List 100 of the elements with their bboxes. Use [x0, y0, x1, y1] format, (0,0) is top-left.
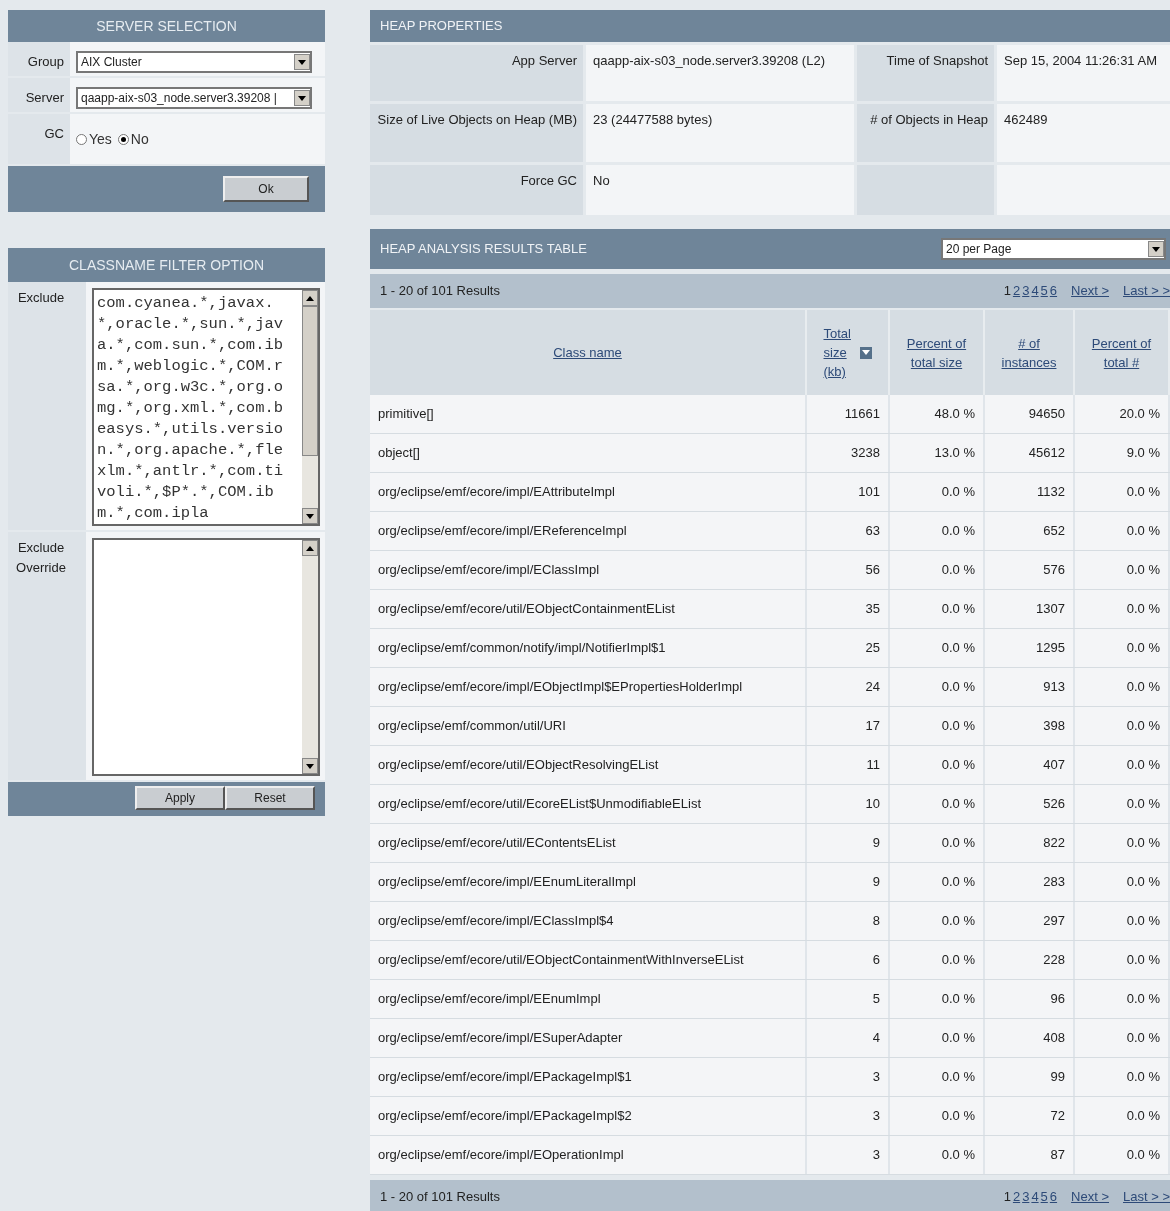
radio-option[interactable]: Yes [76, 129, 112, 150]
per-page-dropdown[interactable]: 20 per Page [941, 238, 1166, 260]
next-link[interactable]: Next > [1071, 281, 1109, 301]
column-header-link[interactable]: # of instances [994, 333, 1064, 372]
table-cell-text: 0.0 % [1126, 483, 1160, 502]
table-cell-text: 13.0 % [934, 444, 975, 463]
next-link[interactable]: Next > [1071, 1187, 1109, 1207]
field-label: Group [27, 53, 64, 71]
column-header-link[interactable]: Total size (kb) [823, 324, 854, 381]
table-cell-text: 0.0 % [941, 1146, 975, 1165]
table-cell-text: 526 [1043, 795, 1065, 814]
table-cell-text: 9 [872, 873, 880, 892]
table-cell-text: 0.0 % [1126, 639, 1160, 658]
table-cell-text: 228 [1043, 951, 1065, 970]
table-cell-text: 0.0 % [1126, 795, 1160, 814]
page-link[interactable]: 3 [1022, 281, 1030, 301]
table-cell-text: 0.0 % [941, 1029, 975, 1048]
table-cell-text: 0.0 % [1126, 561, 1160, 580]
page-link[interactable]: 4 [1031, 1187, 1039, 1207]
results-summary: 1 - 20 of 101 Results [380, 282, 501, 301]
table-cell-text: 822 [1043, 834, 1065, 853]
table-cell-text: 0.0 % [941, 1107, 975, 1126]
table-cell-text: 408 [1043, 1029, 1065, 1048]
page-link[interactable]: 6 [1049, 1187, 1058, 1207]
table-cell-text: 5 [872, 990, 880, 1009]
current-page: 1 [1003, 1188, 1011, 1207]
table-cell-text: org/eclipse/emf/ecore/impl/EPackageImpl$2 [378, 1107, 632, 1126]
table-cell-text: primitive[] [378, 405, 434, 424]
table-cell-text: org/eclipse/emf/ecore/impl/EClassImpl$4 [378, 912, 614, 931]
property-label: Time of Snapshot [886, 52, 988, 70]
table-cell-text: 63 [865, 522, 880, 541]
exclude-override-field[interactable] [92, 538, 320, 776]
table-cell-text: 10 [865, 795, 880, 814]
scroll-up-icon[interactable] [302, 540, 318, 556]
table-cell-text: 94650 [1028, 405, 1065, 424]
filter-button[interactable]: Reset [225, 786, 315, 810]
table-cell-text: org/eclipse/emf/ecore/util/EContentsEList [378, 834, 616, 853]
table-cell-text: 3 [872, 1107, 880, 1126]
table-cell-text: 0.0 % [941, 795, 975, 814]
column-header-link[interactable]: Percent of total # [1086, 333, 1157, 372]
page-link[interactable]: 5 [1040, 1187, 1048, 1207]
sort-icon[interactable] [859, 346, 872, 359]
table-cell-text: 3 [872, 1068, 880, 1087]
property-label: Force GC [520, 172, 577, 190]
column-header-link[interactable]: Class name [553, 343, 622, 362]
server-dropdown[interactable]: qaapp-aix-s03_node.server3.39208 | [76, 87, 312, 109]
table-cell-text: 25 [865, 639, 880, 658]
table-cell-text: 4 [872, 1029, 880, 1048]
field-label: Exclude [16, 289, 66, 307]
last-link[interactable]: Last > > [1123, 1187, 1170, 1207]
table-cell-text: 398 [1043, 717, 1065, 736]
filter-button[interactable]: Apply [135, 786, 225, 810]
scroll-down-icon[interactable] [302, 508, 318, 524]
table-cell-text: 56 [865, 561, 880, 580]
current-page: 1 [1003, 282, 1011, 301]
scrollbar[interactable] [302, 290, 318, 524]
page-link[interactable]: 2 [1012, 1187, 1021, 1207]
table-cell-text: object[] [378, 444, 420, 463]
table-cell-text: 0.0 % [1126, 951, 1160, 970]
last-link[interactable]: Last > > [1123, 281, 1170, 301]
column-header-link[interactable]: Percent of total size [901, 333, 972, 372]
page-link[interactable]: 5 [1040, 281, 1048, 301]
scroll-down-icon[interactable] [302, 758, 318, 774]
property-label: App Server [511, 52, 577, 70]
table-cell-text: org/eclipse/emf/ecore/util/EcoreEList$UnmodifiableEList [378, 795, 701, 814]
group-dropdown[interactable]: AIX Cluster [76, 51, 312, 73]
page-link[interactable]: 3 [1022, 1187, 1030, 1207]
table-cell-text: 652 [1043, 522, 1065, 541]
page-link[interactable]: 6 [1049, 281, 1058, 301]
panel-header: HEAP PROPERTIES [370, 10, 1170, 42]
radio-option[interactable]: No [117, 129, 149, 150]
table-cell-text: 1132 [1037, 483, 1065, 502]
property-value: qaapp-aix-s03_node.server3.39208 (L2) [593, 52, 826, 70]
ok-button[interactable]: Ok [223, 176, 309, 202]
page-link[interactable]: 2 [1012, 281, 1021, 301]
property-label: # of Objects in Heap [870, 111, 988, 129]
scroll-thumb[interactable] [302, 306, 318, 456]
table-cell-text: 20.0 % [1119, 405, 1160, 424]
table-cell-text: 0.0 % [941, 678, 975, 697]
table-cell-text: 0.0 % [941, 600, 975, 619]
property-value: 23 (24477588 bytes) [593, 111, 714, 129]
table-cell-text: 0.0 % [941, 990, 975, 1009]
table-cell-text: 11 [866, 756, 880, 775]
scroll-up-icon[interactable] [302, 290, 318, 306]
table-cell-text: 913 [1043, 678, 1065, 697]
scrollbar[interactable] [302, 540, 318, 774]
table-cell-text: 35 [865, 600, 880, 619]
table-cell-text: org/eclipse/emf/ecore/impl/ESuperAdapter [378, 1029, 623, 1048]
table-cell-text: 99 [1050, 1068, 1065, 1087]
table-cell-text: org/eclipse/emf/ecore/impl/EAttributeImpl [378, 483, 615, 502]
table-cell-text: 3 [872, 1146, 880, 1165]
page-link[interactable]: 4 [1031, 281, 1039, 301]
table-cell-text: 0.0 % [941, 1068, 975, 1087]
table-cell-text: 1295 [1036, 639, 1065, 658]
table-cell-text: 9 [872, 834, 880, 853]
exclude-field[interactable]: com.cyanea.*,javax.*,oracle.*,sun.*,java.*,com.sun.*,com.ibm.*,weblogic.*,COM.rsa.*,org.w3c.*,org.omg.*,org.xml.*,com.beasys.*,utils.version.*,org.apache.*,flexlm.*,antlr.*,com.tivoli.*,$P*.*,COM.ibm.*,com.ipla [92, 288, 320, 526]
field-label: Exclude Override [16, 539, 66, 577]
table-cell-text: 0.0 % [941, 912, 975, 931]
table-cell-text: 0.0 % [941, 522, 975, 541]
table-cell-text: org/eclipse/emf/common/notify/impl/NotifierImpl$1 [378, 639, 666, 658]
